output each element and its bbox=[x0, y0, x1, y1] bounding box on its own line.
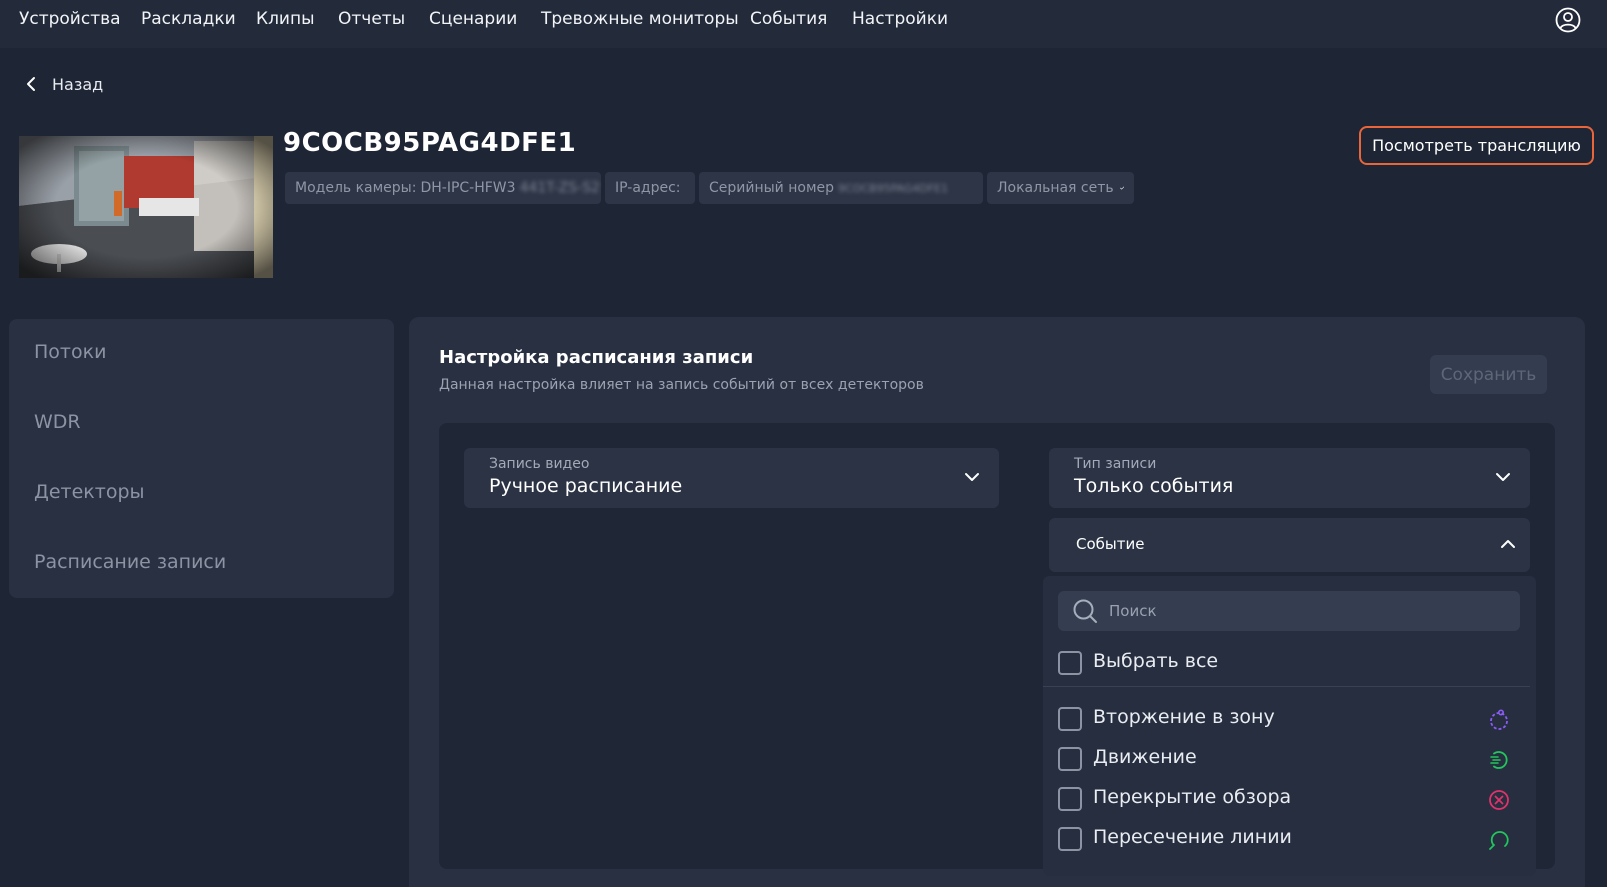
video-record-label: Запись видео bbox=[489, 456, 590, 472]
schedule-subtitle: Данная настройка влияет на запись событи… bbox=[439, 377, 924, 393]
chevron-left-icon bbox=[27, 77, 35, 91]
chevron-down-icon bbox=[965, 473, 979, 481]
motion-icon bbox=[1490, 751, 1508, 769]
option-checkbox[interactable] bbox=[1058, 827, 1082, 851]
camera-model-chip: Модель камеры: DH-IPC-HFW3 441T-ZS-S2 bbox=[285, 172, 601, 204]
nav-reports[interactable]: Отчеты bbox=[338, 9, 405, 29]
event-select-label: Событие bbox=[1076, 535, 1145, 553]
camera-model-label: Модель камеры: bbox=[295, 180, 417, 196]
save-button[interactable]: Сохранить bbox=[1430, 355, 1547, 394]
select-all-label: Выбрать все bbox=[1093, 650, 1219, 672]
chevron-up-icon bbox=[1501, 540, 1515, 548]
nav-scenarios[interactable]: Сценарии bbox=[429, 9, 517, 29]
serial-number-chip: Серийный номер 9COCB95PAG4DFE1 bbox=[699, 172, 983, 204]
ip-address-label: IP-адрес: bbox=[615, 180, 681, 196]
video-record-value: Ручное расписание bbox=[489, 475, 683, 497]
nav-devices[interactable]: Устройства bbox=[19, 9, 121, 29]
option-checkbox[interactable] bbox=[1058, 787, 1082, 811]
search-icon bbox=[1073, 599, 1097, 623]
option-label: Движение bbox=[1093, 746, 1197, 768]
check-icon bbox=[1119, 186, 1124, 190]
sidebar-item-wdr[interactable]: WDR bbox=[34, 411, 81, 433]
line-crossing-icon bbox=[1489, 831, 1509, 850]
option-checkbox[interactable] bbox=[1058, 707, 1082, 731]
intrusion-icon bbox=[1490, 709, 1508, 730]
camera-model-hidden: 441T-ZS-S2 bbox=[519, 180, 600, 196]
select-all-checkbox[interactable] bbox=[1058, 651, 1082, 675]
back-link[interactable]: Назад bbox=[24, 72, 103, 96]
serial-number-label: Серийный номер bbox=[709, 180, 835, 196]
back-label: Назад bbox=[52, 74, 104, 94]
camera-title: 9COCB95PAG4DFE1 bbox=[283, 128, 577, 158]
watch-stream-button[interactable]: Посмотреть трансляцию bbox=[1359, 126, 1594, 165]
schedule-title: Настройка расписания записи bbox=[439, 347, 754, 368]
event-select[interactable]: Событие bbox=[1049, 518, 1530, 572]
nav-clips[interactable]: Клипы bbox=[256, 9, 315, 29]
settings-sidebar: Потоки WDR Детекторы Расписание записи bbox=[9, 319, 394, 598]
nav-settings[interactable]: Настройки bbox=[852, 9, 948, 29]
record-type-select[interactable]: Тип записи Только события bbox=[1049, 448, 1530, 508]
option-label: Вторжение в зону bbox=[1093, 706, 1275, 728]
nav-alarm-monitors[interactable]: Тревожные мониторы bbox=[541, 9, 739, 29]
event-search-input[interactable] bbox=[1058, 591, 1520, 631]
divider bbox=[1043, 686, 1530, 687]
nav-events[interactable]: События bbox=[750, 9, 827, 29]
sidebar-item-detectors[interactable]: Детекторы bbox=[34, 481, 145, 503]
option-label: Перекрытие обзора bbox=[1093, 786, 1292, 808]
ip-address-chip: IP-адрес: bbox=[605, 172, 695, 204]
tamper-icon bbox=[1489, 790, 1509, 810]
option-label: Пересечение линии bbox=[1093, 826, 1292, 848]
sidebar-item-streams[interactable]: Потоки bbox=[34, 341, 106, 363]
local-network-label: Локальная сеть bbox=[997, 180, 1114, 196]
record-type-value: Только события bbox=[1074, 475, 1234, 497]
serial-number-hidden: 9COCB95PAG4DFE1 bbox=[838, 181, 949, 195]
video-record-select[interactable]: Запись видео Ручное расписание bbox=[464, 448, 999, 508]
user-profile-icon[interactable] bbox=[1555, 7, 1581, 33]
record-type-label: Тип записи bbox=[1074, 456, 1157, 472]
option-checkbox[interactable] bbox=[1058, 747, 1082, 771]
nav-layouts[interactable]: Раскладки bbox=[141, 9, 236, 29]
top-navigation: Устройства Раскладки Клипы Отчеты Сценар… bbox=[0, 0, 1607, 48]
local-network-chip: Локальная сеть bbox=[987, 172, 1134, 204]
camera-preview-thumbnail[interactable] bbox=[19, 136, 273, 278]
sidebar-item-record-schedule[interactable]: Расписание записи bbox=[34, 551, 226, 573]
chevron-down-icon bbox=[1496, 473, 1510, 481]
camera-model-value: DH-IPC-HFW3 bbox=[420, 180, 516, 196]
